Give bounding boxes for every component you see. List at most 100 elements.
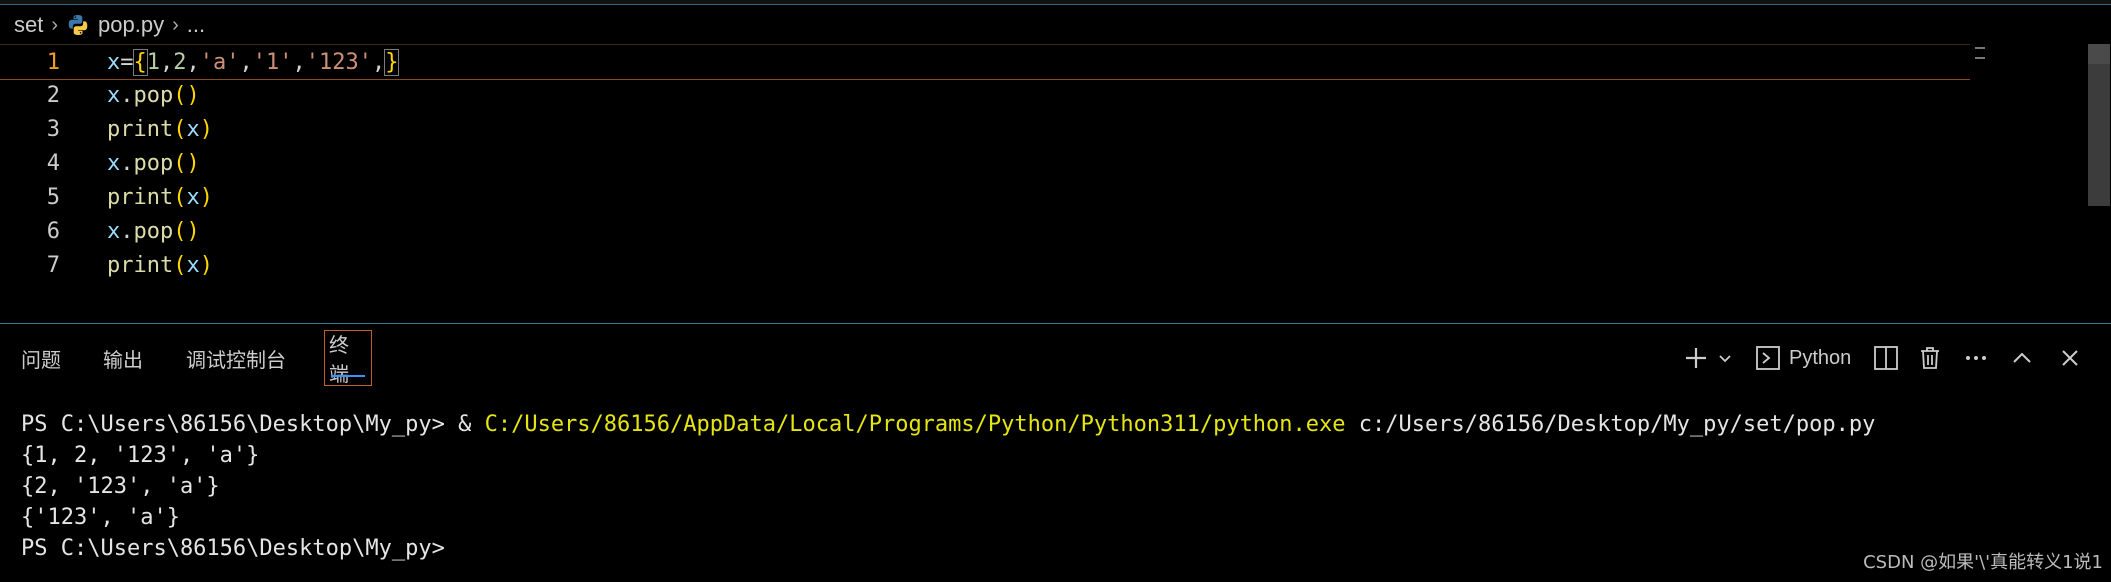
line-number: 1: [46, 49, 60, 75]
code-token: .: [120, 150, 134, 176]
panel-divider[interactable]: [0, 323, 2111, 324]
line-number: 2: [46, 82, 60, 108]
editor-scrollbar[interactable]: [2088, 44, 2110, 206]
chevron-right-icon: ›: [172, 13, 179, 36]
code-token: x: [186, 184, 200, 210]
code-line[interactable]: 2 x.pop(): [0, 78, 1970, 112]
code-token: 1: [146, 49, 160, 75]
code-token: (: [173, 252, 187, 278]
code-token: x: [107, 150, 121, 176]
split-icon: [1874, 346, 1898, 370]
code-token: pop: [133, 150, 174, 176]
maximize-panel-button[interactable]: [2010, 344, 2034, 372]
code-text: print(x): [107, 185, 213, 210]
terminal-output-line: {2, '123', 'a'}: [21, 474, 220, 499]
code-token: ): [199, 116, 213, 142]
python-file-icon: [68, 15, 88, 35]
code-token: x: [107, 218, 121, 244]
terminal-dropdown-button[interactable]: [1717, 344, 1733, 372]
terminal-profile-selector[interactable]: Python: [1755, 344, 1851, 372]
prompt-text: PS C:\Users\86156\Desktop\My_py>: [21, 412, 459, 437]
code-token: =: [120, 49, 134, 75]
plus-icon: [1686, 348, 1706, 368]
line-number: 6: [46, 218, 60, 244]
line-number: 5: [46, 184, 60, 210]
code-token: x: [186, 252, 200, 278]
line-number: 4: [46, 150, 60, 176]
code-token: x: [107, 82, 121, 108]
chevron-down-icon: [1719, 355, 1731, 363]
code-token: 2: [173, 49, 187, 75]
code-token: (): [173, 218, 200, 244]
kill-terminal-button[interactable]: [1917, 344, 1943, 372]
code-token: .: [120, 82, 134, 108]
breadcrumb-folder[interactable]: set: [14, 12, 43, 38]
title-bar-strip: [0, 0, 2111, 5]
code-line[interactable]: 4 x.pop(): [0, 146, 1970, 180]
code-text: x={1,2,'a','1','123',}: [107, 48, 400, 76]
close-icon: [2062, 350, 2078, 366]
code-token: pop: [133, 218, 174, 244]
code-token: }: [384, 48, 400, 76]
terminal-prompt-line: PS C:\Users\86156\Desktop\My_py>: [21, 536, 445, 561]
terminal-profile-label: Python: [1789, 346, 1852, 369]
code-token: (): [173, 82, 200, 108]
terminal-output-line: {'123', 'a'}: [21, 505, 180, 530]
chevron-right-icon: ›: [51, 13, 59, 36]
code-editor[interactable]: 1 x={1,2,'a','1','123',} 2 x.pop() 3 print(x)…: [0, 44, 2111, 324]
code-token: print: [107, 116, 174, 142]
breadcrumb-file[interactable]: pop.py: [98, 12, 164, 38]
line-number: 3: [46, 116, 60, 142]
more-actions-button[interactable]: [1963, 344, 1989, 372]
code-token: x: [107, 49, 121, 75]
terminal-output-line: {1, 2, '123', 'a'}: [21, 443, 260, 468]
code-text: x.pop(): [107, 83, 200, 108]
code-line[interactable]: 3 print(x): [0, 112, 1970, 146]
code-token: (: [173, 116, 187, 142]
ellipsis-icon: [1966, 356, 1986, 360]
terminal-command-line: PS C:\Users\86156\Desktop\My_py> & C:/Us…: [21, 409, 1875, 440]
code-line[interactable]: 1 x={1,2,'a','1','123',}: [0, 44, 1970, 80]
minimap-marker: [1975, 47, 1985, 59]
code-token: (: [173, 184, 187, 210]
code-line[interactable]: 6 x.pop(): [0, 214, 1970, 248]
code-token: ,: [239, 49, 253, 75]
code-token: .: [120, 218, 134, 244]
code-token: '1': [252, 49, 293, 75]
new-terminal-button[interactable]: [1683, 344, 1709, 372]
terminal-output[interactable]: PS C:\Users\86156\Desktop\My_py> & C:/Us…: [0, 406, 2111, 582]
code-token: print: [107, 184, 174, 210]
code-text: x.pop(): [107, 151, 200, 176]
code-token: x: [186, 116, 200, 142]
code-line[interactable]: 7 print(x): [0, 248, 1970, 282]
trash-icon: [1921, 347, 1939, 369]
split-terminal-button[interactable]: [1873, 344, 1899, 372]
code-line[interactable]: 5 print(x): [0, 180, 1970, 214]
code-token: ,: [160, 49, 174, 75]
code-token: (): [173, 150, 200, 176]
panel-actions: Python: [0, 330, 2111, 386]
breadcrumb: set › pop.py › ...: [0, 8, 2111, 42]
code-token: 'a': [199, 49, 240, 75]
code-token: pop: [133, 82, 174, 108]
python-exe-path: C:/Users/86156/AppData/Local/Programs/Py…: [484, 412, 1346, 437]
code-token: ,: [371, 49, 386, 75]
line-number: 7: [46, 252, 60, 278]
code-text: x.pop(): [107, 219, 200, 244]
code-token: ): [199, 184, 213, 210]
watermark: CSDN @如果'\'真能转义1说1: [1863, 552, 2103, 573]
code-token: ): [199, 252, 213, 278]
editor-scrollbar-thumb[interactable]: [2088, 44, 2110, 64]
chevron-up-icon: [2013, 352, 2031, 363]
code-token: ,: [292, 49, 306, 75]
code-text: print(x): [107, 117, 213, 142]
close-panel-button[interactable]: [2058, 344, 2082, 372]
call-operator: &: [458, 412, 485, 437]
script-path: c:/Users/86156/Desktop/My_py/set/pop.py: [1345, 412, 1876, 437]
code-text: print(x): [107, 253, 213, 278]
code-token: '123': [305, 49, 372, 75]
code-token: ,: [186, 49, 200, 75]
breadcrumb-more[interactable]: ...: [187, 12, 205, 38]
code-token: {: [132, 48, 148, 76]
code-token: print: [107, 252, 174, 278]
